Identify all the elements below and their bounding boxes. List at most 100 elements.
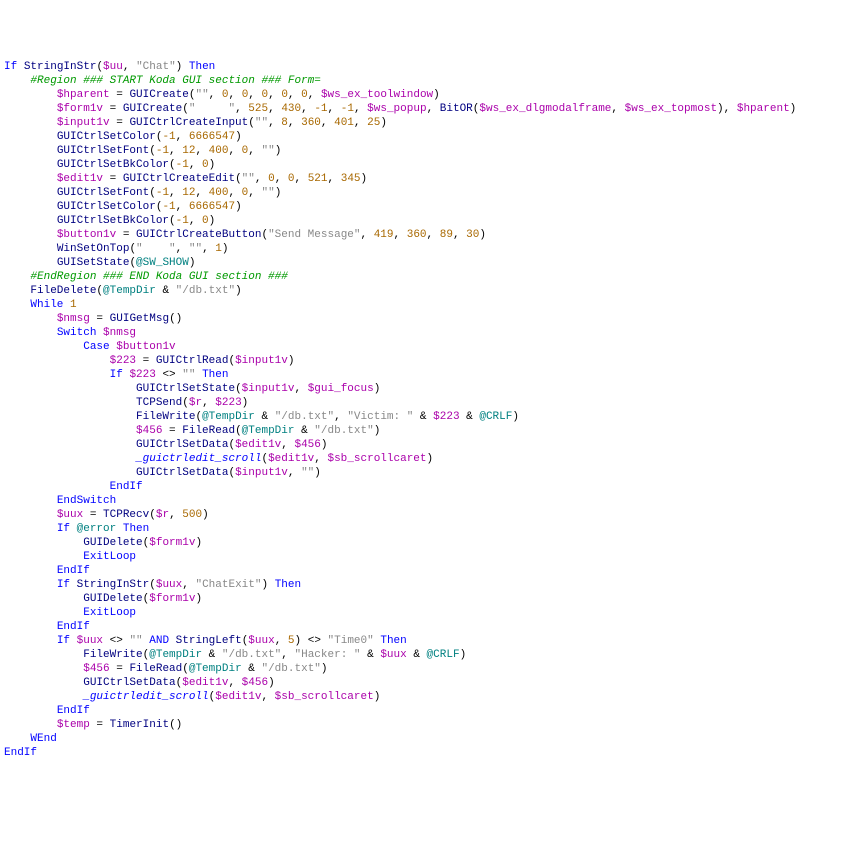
code-token: If	[4, 61, 17, 73]
code-token: 1	[70, 299, 77, 311]
code-token: Then	[380, 635, 406, 647]
code-token: If	[110, 369, 123, 381]
code-token: #Region ### START Koda GUI section ### F…	[30, 75, 320, 87]
code-token: $nmsg	[57, 313, 90, 325]
code-token: @TempDir	[242, 425, 295, 437]
code-token: WEnd	[30, 733, 56, 745]
code-token: @TempDir	[189, 663, 242, 675]
code-token: AND	[149, 635, 169, 647]
code-token: StringInStr	[24, 61, 97, 73]
code-token: GUIGetMsg	[110, 313, 169, 325]
code-token: " "	[189, 103, 235, 115]
code-token: EndIf	[57, 705, 90, 717]
code-token: 430	[281, 103, 301, 115]
code-token: $ws_popup	[367, 103, 426, 115]
code-token: $sb_scrollcaret	[327, 453, 426, 465]
code-token: $uux	[57, 509, 83, 521]
code-token: "Victim: "	[347, 411, 413, 423]
code-token: 8	[281, 117, 288, 129]
code-token: 1	[215, 243, 222, 255]
code-token: $ws_ex_dlgmodalframe	[479, 103, 611, 115]
code-token: 0	[281, 89, 288, 101]
code-token: 5	[288, 635, 295, 647]
code-token: "Send Message"	[268, 229, 360, 241]
code-token: EndSwitch	[57, 495, 116, 507]
code-token: @CRLF	[427, 649, 460, 661]
code-token: ExitLoop	[83, 551, 136, 563]
code-token: GUICtrlSetColor	[57, 131, 156, 143]
code-token: Case	[83, 341, 109, 353]
code-token: 0	[202, 159, 209, 171]
code-token: $nmsg	[103, 327, 136, 339]
code-token: _guictrledit_scroll	[136, 453, 261, 465]
code-token: @error	[77, 523, 117, 535]
code-token: $ws_ex_topmost	[625, 103, 717, 115]
code-token: "Chat"	[136, 61, 176, 73]
code-token: Switch	[57, 327, 97, 339]
code-token: TimerInit	[110, 719, 169, 731]
code-block: If StringInStr($uu, "Chat") Then #Region…	[4, 60, 841, 760]
code-token: -1	[156, 187, 169, 199]
code-token: 401	[334, 117, 354, 129]
code-token: GUICtrlSetData	[136, 467, 228, 479]
code-token: @TempDir	[202, 411, 255, 423]
code-token: 30	[466, 229, 479, 241]
code-token: 0	[288, 173, 295, 185]
code-token: ""	[255, 117, 268, 129]
code-token: "/db.txt"	[275, 411, 334, 423]
code-token: WinSetOnTop	[57, 243, 130, 255]
code-token: 0	[242, 145, 249, 157]
code-token: 0	[242, 187, 249, 199]
code-token: $uux	[156, 579, 182, 591]
code-token: "/db.txt"	[261, 663, 320, 675]
code-token: $r	[156, 509, 169, 521]
code-token: $temp	[57, 719, 90, 731]
code-token: While	[30, 299, 63, 311]
code-token: Then	[202, 369, 228, 381]
code-token: $ws_ex_toolwindow	[321, 89, 433, 101]
code-token: #EndRegion ### END Koda GUI section ###	[30, 271, 287, 283]
code-token: GUICtrlSetData	[136, 439, 228, 451]
code-token: 360	[301, 117, 321, 129]
code-token: GUIDelete	[83, 593, 142, 605]
code-token: _guictrledit_scroll	[83, 691, 208, 703]
code-token: $223	[110, 355, 136, 367]
code-token: -1	[176, 215, 189, 227]
code-token: GUICtrlCreateEdit	[123, 173, 235, 185]
code-token: "/db.txt"	[176, 285, 235, 297]
code-token: $input1v	[57, 117, 110, 129]
code-token: $hparent	[737, 103, 790, 115]
code-token: 500	[182, 509, 202, 521]
code-token: @CRLF	[479, 411, 512, 423]
code-token: $edit1v	[268, 453, 314, 465]
code-token: 521	[308, 173, 328, 185]
code-token: 400	[209, 187, 229, 199]
code-token: "ChatExit"	[195, 579, 261, 591]
code-token: $uux	[248, 635, 274, 647]
code-token: 525	[248, 103, 268, 115]
code-token: StringInStr	[77, 579, 150, 591]
code-token: $456	[136, 425, 162, 437]
code-token: $456	[294, 439, 320, 451]
code-token: 400	[209, 145, 229, 157]
code-token: GUICtrlSetFont	[57, 145, 149, 157]
code-token: @TempDir	[103, 285, 156, 297]
code-token: $button1v	[57, 229, 116, 241]
code-token: ExitLoop	[83, 607, 136, 619]
code-token: $edit1v	[182, 677, 228, 689]
code-token: EndIf	[110, 481, 143, 493]
code-token: GUICtrlCreateInput	[129, 117, 248, 129]
code-token: ""	[301, 467, 314, 479]
code-token: ""	[129, 635, 142, 647]
code-token: $r	[189, 397, 202, 409]
code-token: $form1v	[57, 103, 103, 115]
code-token: 12	[182, 187, 195, 199]
code-token: 12	[182, 145, 195, 157]
code-token: $input1v	[242, 383, 295, 395]
code-token: "/db.txt"	[314, 425, 373, 437]
code-token: -1	[162, 201, 175, 213]
code-token: ""	[189, 243, 202, 255]
code-token: ""	[261, 187, 274, 199]
code-token: GUISetState	[57, 257, 130, 269]
code-token: TCPSend	[136, 397, 182, 409]
